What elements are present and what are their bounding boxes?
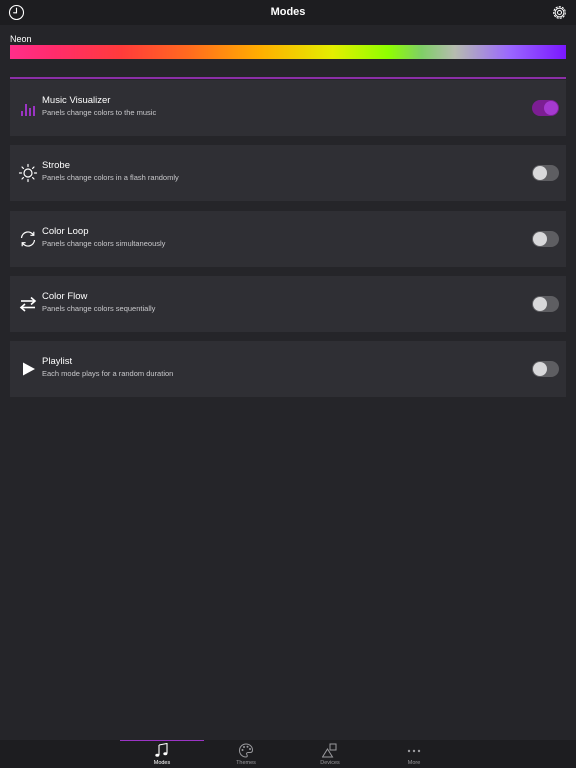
mode-title: Color Loop [42, 226, 89, 237]
strobe-toggle[interactable] [532, 165, 559, 181]
color-loop-toggle[interactable] [532, 231, 559, 247]
tab-label: Themes [236, 760, 256, 766]
toggle-knob [533, 297, 547, 311]
tab-more[interactable]: More [372, 740, 456, 768]
mode-title: Strobe [42, 160, 70, 171]
theme-name: Neon [10, 34, 32, 44]
sun-icon [18, 163, 38, 183]
shapes-icon [321, 743, 338, 758]
tab-themes[interactable]: Themes [204, 740, 288, 768]
swap-arrows-icon [18, 294, 38, 314]
nav-bar: Modes [0, 0, 576, 25]
toggle-knob [533, 232, 547, 246]
play-icon [18, 359, 38, 379]
music-note-icon [154, 742, 170, 758]
mode-title: Music Visualizer [42, 95, 111, 106]
mode-card-color-loop[interactable]: Color Loop Panels change colors simultan… [10, 211, 566, 267]
page-title: Modes [270, 6, 306, 18]
palette-icon [238, 743, 254, 758]
tab-label: More [407, 760, 421, 766]
mode-description: Panels change colors sequentially [42, 304, 156, 313]
toggle-knob [533, 166, 547, 180]
gear-icon[interactable] [551, 4, 568, 21]
equalizer-icon [18, 98, 38, 118]
color-flow-toggle[interactable] [532, 296, 559, 312]
mode-title: Playlist [42, 356, 73, 367]
music-visualizer-toggle[interactable] [532, 100, 559, 116]
mode-card-color-flow[interactable]: Color Flow Panels change colors sequenti… [10, 276, 566, 332]
mode-description: Panels change colors simultaneously [42, 239, 166, 248]
tab-modes[interactable]: Modes [120, 740, 204, 768]
tab-bar: Modes Themes Devices More [0, 740, 576, 768]
mode-card-music-visualizer[interactable]: Music Visualizer Panels change colors to… [10, 80, 566, 136]
theme-gradient-bar[interactable] [10, 45, 566, 59]
tab-label: Modes [153, 760, 171, 766]
mode-description: Each mode plays for a random duration [42, 369, 174, 378]
toggle-knob [533, 362, 547, 376]
mode-description: Panels change colors to the music [42, 108, 157, 117]
playlist-toggle[interactable] [532, 361, 559, 377]
list-divider [10, 77, 566, 79]
mode-card-playlist[interactable]: Playlist Each mode plays for a random du… [10, 341, 566, 397]
tab-label: Devices [320, 760, 340, 766]
loop-icon [18, 229, 38, 249]
more-dots-icon [406, 743, 422, 758]
mode-title: Color Flow [42, 291, 88, 302]
mode-card-strobe[interactable]: Strobe Panels change colors in a flash r… [10, 145, 566, 201]
mode-description: Panels change colors in a flash randomly [42, 173, 179, 182]
tab-devices[interactable]: Devices [288, 740, 372, 768]
toggle-knob [544, 101, 558, 115]
